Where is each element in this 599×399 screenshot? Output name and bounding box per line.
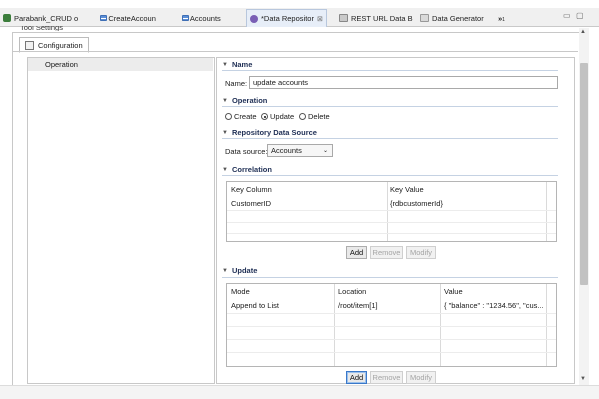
tab-overflow[interactable]: » 1: [498, 11, 505, 25]
table-cell: /root/item[1]: [338, 301, 378, 310]
collapse-icon: ▼: [222, 267, 228, 274]
correlation-remove-button[interactable]: Remove: [370, 246, 403, 259]
update-add-button[interactable]: Add: [346, 371, 367, 384]
update-table[interactable]: Mode Location Value Append to List /root…: [226, 283, 557, 367]
chevron-down-icon: ⌄: [322, 148, 328, 154]
tab-label: 1. CreateAccoun: [100, 13, 156, 23]
column-divider: [440, 284, 441, 366]
radio-create[interactable]: Create: [225, 112, 257, 121]
table-icon: [100, 15, 107, 21]
column-header[interactable]: Mode: [231, 287, 250, 296]
data-repository-icon: [250, 14, 258, 23]
data-source-value: Accounts: [271, 146, 302, 155]
column-header[interactable]: Value: [444, 287, 463, 296]
name-label: Name:: [225, 79, 248, 88]
update-remove-button[interactable]: Remove: [370, 371, 403, 384]
section-rule: [222, 175, 558, 176]
config-icon: [25, 40, 34, 50]
collapse-icon: ▼: [222, 61, 228, 68]
radio-circle-icon: [225, 113, 232, 120]
scroll-down-icon[interactable]: ▼: [580, 376, 586, 382]
tab-create-account[interactable]: 1. CreateAccoun: [100, 11, 156, 25]
section-update[interactable]: ▼ Update: [222, 266, 257, 275]
section-rule: [222, 106, 558, 107]
section-rule: [222, 138, 558, 139]
operation-tree-panel: [27, 57, 215, 384]
table-cell: CustomerID: [231, 199, 272, 208]
correlation-table[interactable]: Key Column Key Value CustomerID {rdbcust…: [226, 181, 557, 242]
tab-data-generator[interactable]: Data Generator: [420, 11, 484, 25]
section-title: Operation: [231, 96, 268, 105]
tab-label: *Data Repositor: [261, 14, 314, 23]
radio-label: Update: [270, 112, 295, 121]
radio-selected-icon: [261, 113, 268, 120]
radio-update[interactable]: Update: [261, 112, 294, 121]
name-field[interactable]: update accounts: [249, 76, 558, 89]
generator-icon: [420, 14, 429, 22]
editor-tab-bar: Parabank_CRUD o 1. CreateAccoun 2. Accou…: [0, 8, 599, 27]
section-name[interactable]: ▼ Name: [222, 60, 252, 69]
tab-label: Parabank_CRUD o: [14, 13, 79, 23]
radio-delete[interactable]: Delete: [299, 112, 330, 121]
tab-label: REST URL Data B: [351, 13, 413, 23]
overflow-count: 1: [502, 17, 505, 23]
close-icon[interactable]: ⊠: [317, 15, 323, 23]
tab-label: Data Generator: [432, 13, 484, 23]
section-title: Update: [231, 266, 258, 275]
row-divider: [227, 313, 556, 314]
row-divider: [227, 352, 556, 353]
table-cell: Append to List: [231, 301, 279, 310]
radio-circle-icon: [299, 113, 306, 120]
collapse-icon: ▼: [222, 166, 228, 173]
row-divider: [227, 222, 556, 223]
radio-label: Delete: [308, 112, 330, 121]
status-strip: [0, 385, 599, 399]
rest-icon: [339, 14, 348, 22]
correlation-modify-button[interactable]: Modify: [406, 246, 436, 259]
section-title: Name: [231, 60, 253, 69]
section-title: Repository Data Source: [231, 128, 317, 137]
section-rule: [222, 70, 558, 71]
column-divider: [334, 284, 335, 366]
scrollbar-thumb[interactable]: [580, 63, 588, 285]
column-header[interactable]: Location: [338, 287, 366, 296]
tool-settings-header: Tool Settings: [20, 26, 63, 31]
scroll-up-icon[interactable]: ▲: [580, 29, 586, 35]
name-value: update accounts: [253, 78, 309, 87]
update-modify-button[interactable]: Modify: [406, 371, 436, 384]
collapse-icon: ▼: [222, 97, 228, 104]
section-title: Correlation: [231, 165, 272, 174]
tab-data-repository[interactable]: *Data Repositor ⊠: [246, 9, 327, 27]
project-icon: [3, 14, 11, 22]
row-divider: [227, 233, 556, 234]
divider: [12, 51, 578, 52]
maximize-icon[interactable]: ▢: [576, 11, 584, 20]
column-header[interactable]: Key Column: [231, 185, 272, 194]
section-correlation[interactable]: ▼ Correlation: [222, 165, 272, 174]
tab-parabank-crud[interactable]: Parabank_CRUD o: [3, 11, 78, 25]
column-divider: [546, 284, 547, 366]
tab-accounts[interactable]: 2. Accounts: [182, 11, 221, 25]
row-divider: [227, 210, 556, 211]
data-source-label: Data source:: [225, 147, 268, 156]
section-repository-data-source[interactable]: ▼ Repository Data Source: [222, 128, 317, 137]
column-header[interactable]: Key Value: [390, 185, 424, 194]
section-rule: [222, 277, 558, 278]
tab-rest-url-data-bank[interactable]: REST URL Data B: [339, 11, 413, 25]
section-operation[interactable]: ▼ Operation: [222, 96, 267, 105]
row-divider: [227, 339, 556, 340]
table-icon: [182, 15, 189, 21]
row-divider: [227, 326, 556, 327]
correlation-add-button[interactable]: Add: [346, 246, 367, 259]
radio-label: Create: [234, 112, 257, 121]
collapse-icon: ▼: [222, 129, 228, 136]
data-source-select[interactable]: Accounts ⌄: [267, 144, 333, 157]
table-cell: {rdbcustomerId}: [390, 199, 443, 208]
minimize-icon[interactable]: ▭: [563, 11, 571, 20]
table-cell: { "balance" : "1234.56", "cus...: [444, 301, 544, 310]
tree-item-operation[interactable]: Operation: [28, 58, 213, 71]
tab-label: Configuration: [38, 40, 83, 50]
